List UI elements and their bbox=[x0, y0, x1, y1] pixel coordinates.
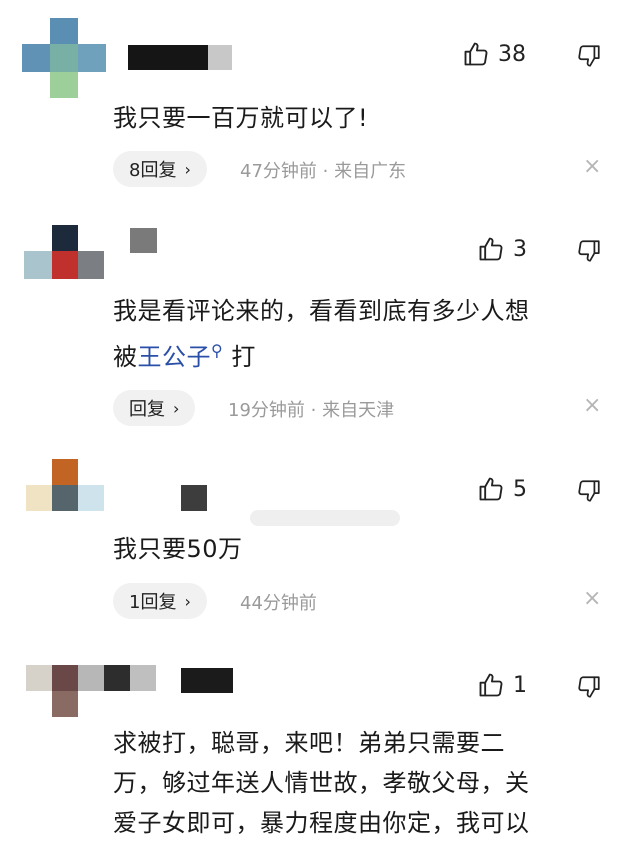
like-button[interactable]: 1 bbox=[477, 671, 527, 699]
dislike-button[interactable] bbox=[576, 43, 602, 69]
close-icon[interactable]: × bbox=[583, 154, 601, 179]
thumbs-up-icon bbox=[462, 40, 490, 68]
chevron-right-icon: › bbox=[184, 159, 191, 179]
username-redacted[interactable] bbox=[181, 668, 233, 693]
text-suffix: 打 bbox=[223, 343, 256, 371]
thumbs-up-icon bbox=[477, 671, 505, 699]
comment-text: 我是看评论来的，看看到底有多少人想 被王公子⚲ 打 bbox=[113, 291, 530, 377]
dislike-button[interactable] bbox=[576, 674, 602, 700]
text-prefix: 被 bbox=[113, 343, 138, 371]
comment-text-line: 我是看评论来的，看看到底有多少人想 bbox=[113, 297, 530, 325]
comment-2: 3 我是看评论来的，看看到底有多少人想 被王公子⚲ 打 回复 › 19分钟前 ·… bbox=[0, 205, 640, 445]
comment-text: 我只要50万 bbox=[113, 529, 243, 569]
username-blur bbox=[250, 510, 400, 526]
dislike-button[interactable] bbox=[576, 478, 602, 504]
comment-text-line: 爱子女即可，暴力程度由你定，我可以 bbox=[113, 809, 530, 837]
comment-meta: 19分钟前 · 来自天津 bbox=[228, 400, 395, 421]
reply-button[interactable]: 1回复 › bbox=[113, 583, 207, 619]
username-redacted[interactable] bbox=[181, 485, 207, 511]
comment-text: 我只要一百万就可以了! bbox=[113, 98, 368, 138]
comment-3: 5 我只要50万 1回复 › 44分钟前 × bbox=[0, 445, 640, 645]
thumbs-up-icon bbox=[477, 475, 505, 503]
avatar[interactable] bbox=[24, 225, 104, 279]
username-redacted[interactable] bbox=[128, 45, 208, 70]
thumbs-up-icon bbox=[477, 235, 505, 263]
comment-meta: 47分钟前 · 来自广东 bbox=[240, 161, 407, 182]
comment-text-line: 被王公子⚲ 打 bbox=[113, 331, 530, 377]
like-button[interactable]: 5 bbox=[477, 475, 527, 503]
close-icon[interactable]: × bbox=[583, 393, 601, 418]
like-button[interactable]: 3 bbox=[477, 235, 527, 263]
thumbs-down-icon bbox=[576, 674, 602, 700]
reply-label: 8回复 bbox=[129, 160, 177, 181]
username-redacted[interactable] bbox=[130, 228, 157, 253]
like-count: 1 bbox=[513, 672, 527, 698]
like-count: 3 bbox=[513, 236, 527, 262]
thumbs-down-icon bbox=[576, 238, 602, 264]
comment-text-line: 求被打，聪哥，来吧！弟弟只需要二 bbox=[113, 729, 505, 757]
thumbs-down-icon bbox=[576, 478, 602, 504]
reply-button[interactable]: 8回复 › bbox=[113, 151, 207, 187]
thumbs-down-icon bbox=[576, 43, 602, 69]
search-icon[interactable]: ⚲ bbox=[211, 341, 223, 360]
like-button[interactable]: 38 bbox=[462, 40, 526, 68]
like-count: 38 bbox=[498, 41, 526, 67]
comment-text-line: 万，够过年送人情世故，孝敬父母，关 bbox=[113, 769, 530, 797]
close-icon[interactable]: × bbox=[583, 586, 601, 611]
chevron-right-icon: › bbox=[184, 591, 191, 611]
comment-meta: 44分钟前 bbox=[240, 593, 317, 614]
dislike-button[interactable] bbox=[576, 238, 602, 264]
chevron-right-icon: › bbox=[173, 398, 180, 418]
comment-text-line: 我只要50万 bbox=[113, 535, 243, 563]
comment-4: 1 求被打，聪哥，来吧！弟弟只需要二 万，够过年送人情世故，孝敬父母，关 爱子女… bbox=[0, 645, 640, 852]
comment-text-line: 我只要一百万就可以了! bbox=[113, 104, 369, 132]
mention-link[interactable]: 王公子 bbox=[138, 343, 212, 371]
comment-1: 38 我只要一百万就可以了! 8回复 › 47分钟前 · 来自广东 × bbox=[0, 0, 640, 205]
username-redacted-part bbox=[208, 45, 232, 70]
avatar[interactable] bbox=[26, 665, 156, 717]
like-count: 5 bbox=[513, 476, 527, 502]
comment-text: 求被打，聪哥，来吧！弟弟只需要二 万，够过年送人情世故，孝敬父母，关 爱子女即可… bbox=[113, 723, 530, 843]
avatar[interactable] bbox=[22, 18, 106, 98]
avatar[interactable] bbox=[26, 459, 104, 511]
reply-label: 回复 bbox=[129, 399, 165, 420]
reply-button[interactable]: 回复 › bbox=[113, 390, 196, 426]
reply-label: 1回复 bbox=[129, 592, 177, 613]
